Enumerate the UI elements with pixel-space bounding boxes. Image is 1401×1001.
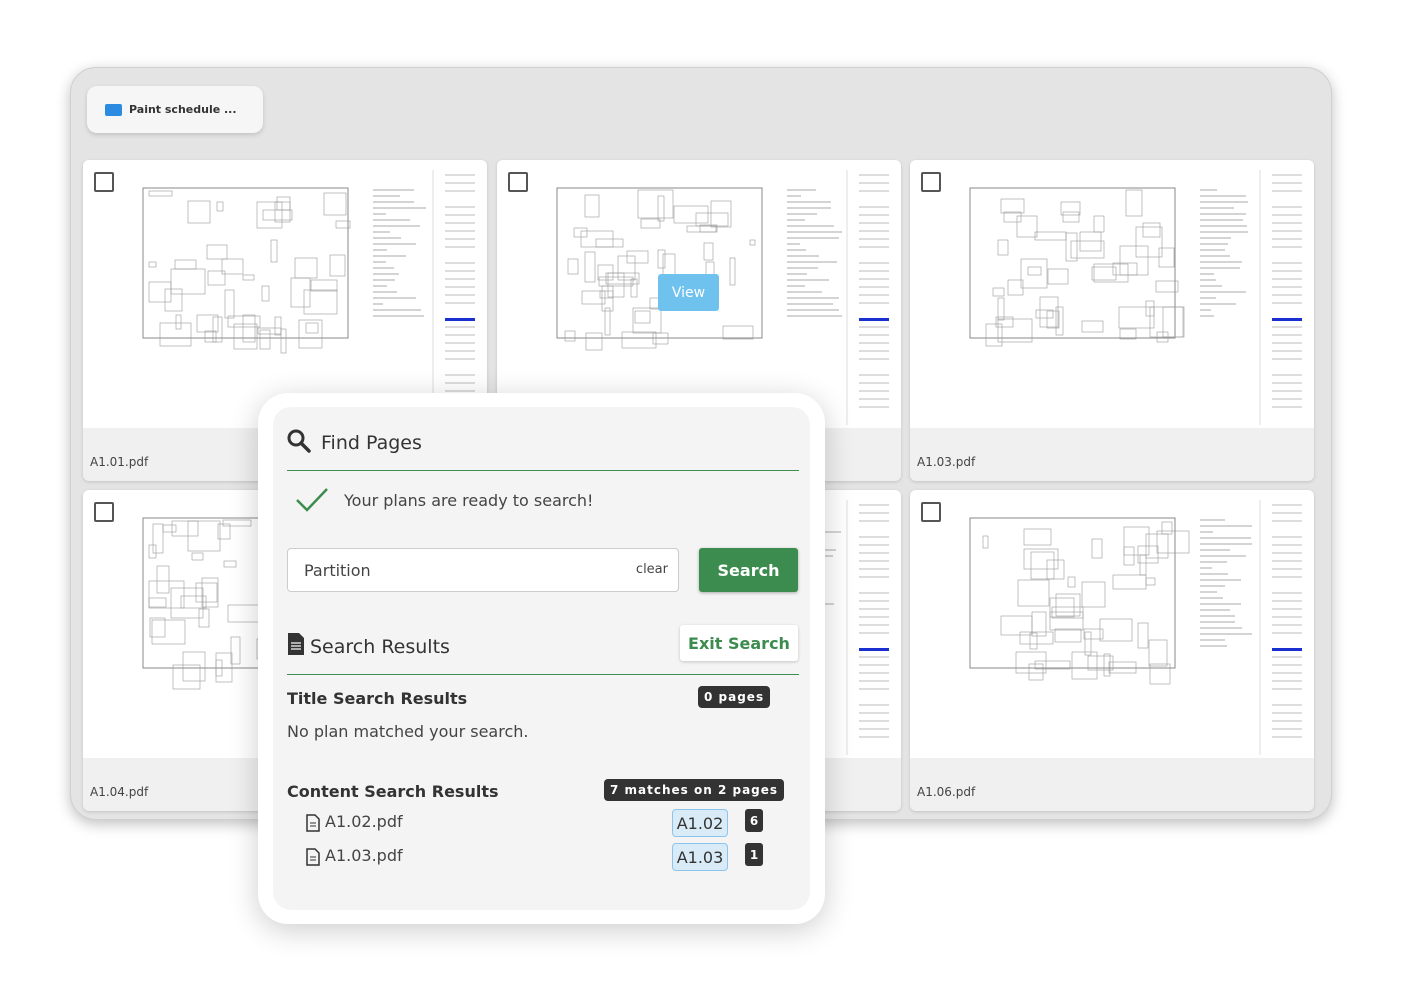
search-icon xyxy=(287,429,311,453)
folder-tab[interactable]: Paint schedule ... xyxy=(87,86,263,133)
divider xyxy=(287,674,799,675)
plan-drawing xyxy=(969,500,1302,755)
check-icon xyxy=(296,488,328,512)
result-file[interactable]: A1.02.pdf xyxy=(325,812,403,831)
exit-search-button[interactable]: Exit Search xyxy=(680,625,798,661)
title-results-badge: 0 pages xyxy=(698,686,771,708)
plan-filename: A1.04.pdf xyxy=(90,785,149,799)
result-page-button[interactable]: A1.03 xyxy=(672,843,728,871)
search-results-title: Search Results xyxy=(310,636,450,658)
find-pages-panel: Find Pages Your plans are ready to searc… xyxy=(258,393,825,924)
plan-thumbnail[interactable] xyxy=(910,490,1314,758)
document-icon xyxy=(288,633,304,655)
title-results-heading: Title Search Results xyxy=(287,689,468,708)
plan-card[interactable]: A1.03.pdf xyxy=(910,160,1314,481)
no-match-message: No plan matched your search. xyxy=(287,722,529,741)
plan-drawing xyxy=(142,170,475,425)
plan-filename: A1.03.pdf xyxy=(917,455,976,469)
match-count-badge: 6 xyxy=(745,809,763,832)
view-button[interactable]: View xyxy=(658,274,719,311)
clear-button[interactable]: clear xyxy=(636,562,668,577)
select-checkbox[interactable] xyxy=(94,502,114,522)
plan-filename: A1.01.pdf xyxy=(90,455,149,469)
select-checkbox[interactable] xyxy=(94,172,114,192)
select-checkbox[interactable] xyxy=(921,502,941,522)
plan-filename: A1.06.pdf xyxy=(917,785,976,799)
plan-drawing xyxy=(969,170,1302,425)
folder-label: Paint schedule ... xyxy=(129,103,237,116)
search-input[interactable]: Partition clear xyxy=(287,548,679,592)
divider xyxy=(287,470,799,471)
plan-card[interactable]: A1.06.pdf xyxy=(910,490,1314,811)
search-button[interactable]: Search xyxy=(699,548,798,592)
file-icon xyxy=(306,848,320,866)
plan-thumbnail[interactable] xyxy=(910,160,1314,428)
search-query: Partition xyxy=(304,561,371,580)
match-count-badge: 1 xyxy=(745,843,763,866)
plan-thumbnail[interactable] xyxy=(83,160,487,428)
result-file[interactable]: A1.03.pdf xyxy=(325,846,403,865)
select-checkbox[interactable] xyxy=(508,172,528,192)
folder-icon xyxy=(105,103,122,116)
ready-message: Your plans are ready to search! xyxy=(344,491,594,510)
panel-title: Find Pages xyxy=(321,432,422,454)
select-checkbox[interactable] xyxy=(921,172,941,192)
content-results-badge: 7 matches on 2 pages xyxy=(604,779,785,801)
content-results-heading: Content Search Results xyxy=(287,782,499,801)
file-icon xyxy=(306,814,320,832)
result-page-button[interactable]: A1.02 xyxy=(672,809,728,837)
